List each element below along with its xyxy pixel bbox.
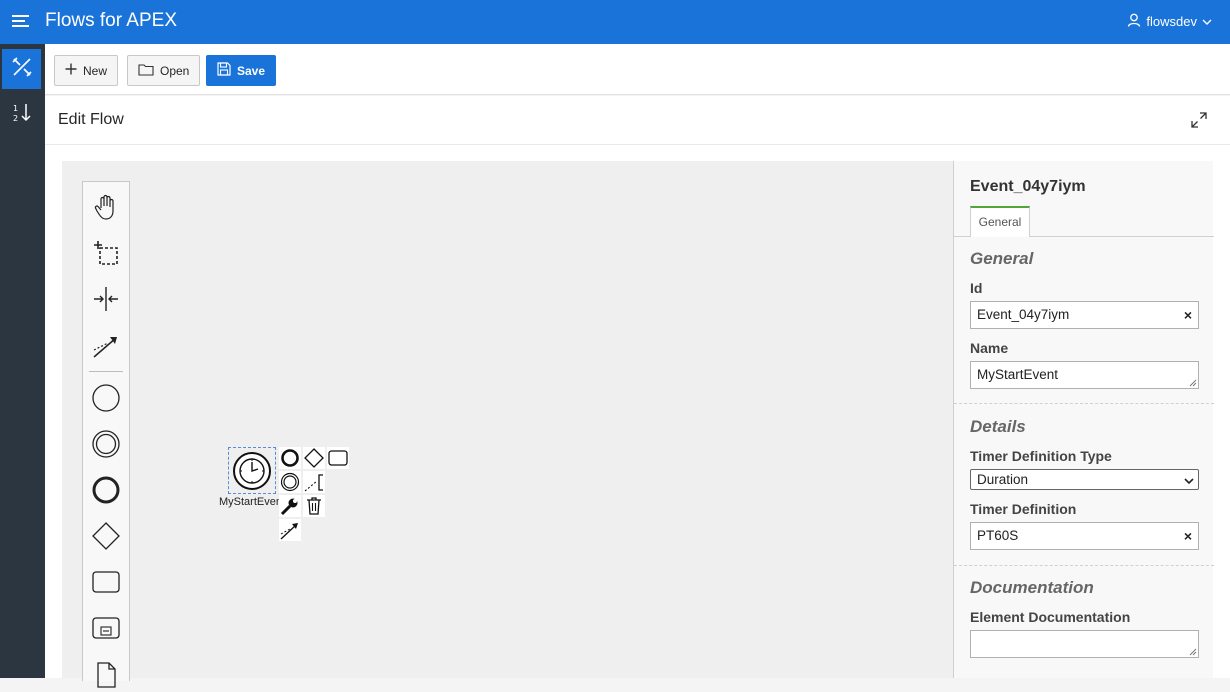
element-documentation-label: Element Documentation [970,609,1131,625]
name-label: Name [970,340,1009,356]
edit-flow-region-header: Edit Flow [45,96,1230,145]
space-tool-icon[interactable] [88,281,124,317]
append-text-annotation-icon[interactable] [303,471,325,493]
event-label: MyStartEvent [219,496,279,508]
timer-type-value: Duration [977,472,1029,487]
timer-type-select[interactable]: Duration [970,469,1199,490]
expand-icon[interactable] [1190,111,1208,129]
region-title: Edit Flow [58,111,124,128]
palette-separator [89,371,123,372]
append-end-event-icon[interactable] [279,447,301,469]
folder-icon [138,63,154,79]
data-object-icon[interactable] [88,656,124,692]
save-button-label: Save [237,63,266,78]
app-title[interactable]: Flows for APEX [45,10,177,32]
save-button[interactable]: Save [206,55,277,86]
task-icon[interactable] [88,564,124,600]
hamburger-menu-icon[interactable] [12,13,30,29]
append-task-icon[interactable] [327,447,349,469]
intermediate-event-icon[interactable] [88,426,124,462]
new-button[interactable]: New [54,55,119,86]
timer-start-event[interactable] [228,447,276,494]
select-chevron-icon [1184,473,1194,492]
timer-definition-label: Timer Definition [970,501,1077,517]
selected-element-title: Event_04y7iym [970,178,1086,195]
nav-flow-modeler[interactable] [2,49,41,89]
gateway-icon[interactable] [88,518,124,554]
id-value: Event_04y7iym [977,307,1070,322]
side-navigation: 12 [0,44,45,678]
group-separator [954,565,1214,566]
properties-panel: Event_04y7iym General General Id Event_0… [953,161,1214,678]
name-value: MyStartEvent [977,367,1059,382]
subprocess-icon[interactable] [88,610,124,646]
chevron-down-icon [1202,14,1212,29]
open-button[interactable]: Open [127,55,201,86]
append-gateway-icon[interactable] [303,447,325,469]
append-intermediate-event-icon[interactable] [279,471,301,493]
group-details-title: Details [970,417,1026,436]
new-button-label: New [83,63,108,78]
user-icon [1127,13,1141,30]
svg-text:1: 1 [13,104,18,113]
bpmn-palette [82,181,130,688]
end-event-icon[interactable] [88,472,124,508]
clear-id-icon[interactable]: × [1184,306,1192,324]
group-general-title: General [970,249,1034,268]
id-field[interactable]: Event_04y7iym × [970,301,1199,329]
modeler-tools-icon [11,56,33,83]
tab-general[interactable]: General [970,206,1030,237]
start-event-icon[interactable] [88,380,124,416]
resize-grip-icon[interactable] [1189,379,1197,387]
button-toolbar: New Open Save [45,44,1230,95]
connect-arrow-icon[interactable] [279,519,301,541]
lasso-tool-icon[interactable] [88,235,124,271]
username: flowsdev [1146,14,1197,29]
element-documentation-field[interactable] [970,630,1199,658]
id-label: Id [970,280,983,296]
group-separator [954,403,1214,404]
plus-icon [65,63,77,78]
svg-text:2: 2 [13,114,18,123]
save-disk-icon [217,62,231,79]
hand-tool-icon[interactable] [88,189,124,225]
clear-timer-definition-icon[interactable]: × [1184,527,1192,545]
global-connect-tool-icon[interactable] [88,327,124,363]
nav-sort[interactable]: 12 [2,94,41,134]
change-type-wrench-icon[interactable] [279,495,301,517]
user-menu[interactable]: flowsdev [1127,13,1212,30]
bpmn-canvas[interactable] [62,161,953,678]
delete-trash-icon[interactable] [303,495,325,517]
group-documentation-title: Documentation [970,578,1094,597]
resize-grip-icon[interactable] [1189,648,1197,656]
timer-definition-value: PT60S [977,528,1019,543]
timer-type-label: Timer Definition Type [970,448,1112,464]
app-header: Flows for APEX flowsdev [0,0,1230,44]
open-button-label: Open [160,63,190,78]
timer-definition-field[interactable]: PT60S × [970,522,1199,550]
sort-numeric-icon: 12 [11,101,33,128]
name-field[interactable]: MyStartEvent [970,361,1199,389]
